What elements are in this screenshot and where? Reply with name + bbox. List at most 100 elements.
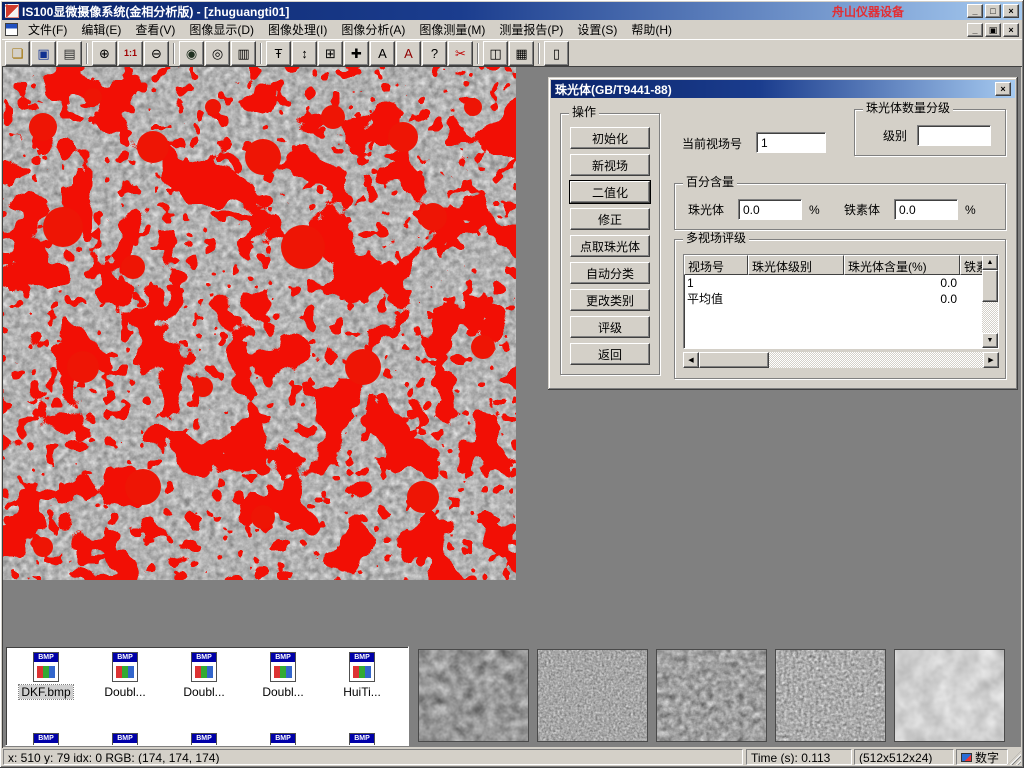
app-icon[interactable]: [5, 4, 19, 18]
grid-button[interactable]: ▦: [509, 41, 534, 66]
actual-size-button[interactable]: 1:1: [118, 41, 143, 66]
maximize-button[interactable]: □: [985, 4, 1001, 18]
menu-item-view[interactable]: 查看(V): [128, 19, 182, 40]
menu-item-edit[interactable]: 编辑(E): [74, 19, 128, 40]
scroll-down-button[interactable]: ▼: [982, 333, 998, 348]
menu-item-image-display[interactable]: 图像显示(D): [182, 19, 261, 40]
child-minimize-button[interactable]: _: [967, 23, 983, 37]
zoom-out-button[interactable]: ⊖: [144, 41, 169, 66]
ferrite-percent-input[interactable]: [894, 199, 958, 220]
horizontal-scrollbar[interactable]: ◀ ▶: [683, 352, 999, 368]
correct-button[interactable]: 修正: [570, 208, 650, 230]
ruler-arrow-icon: ↕: [301, 47, 308, 60]
crosshair-icon: ✚: [351, 47, 362, 60]
table-row[interactable]: 平均值0.0: [684, 291, 998, 307]
resize-grip[interactable]: [1007, 751, 1021, 765]
menu-item-image-process[interactable]: 图像处理(I): [261, 19, 334, 40]
text-button[interactable]: A: [370, 41, 395, 66]
vertical-scrollbar[interactable]: ▲ ▼: [982, 255, 998, 348]
cut-button[interactable]: ✂: [448, 41, 473, 66]
zoom-in-button[interactable]: ⊕: [92, 41, 117, 66]
thumbnail-3[interactable]: [656, 649, 767, 742]
video-button[interactable]: ◉: [179, 41, 204, 66]
thumbnail-1[interactable]: [418, 649, 529, 742]
bmp-file-icon[interactable]: BMP: [349, 733, 375, 746]
close-button[interactable]: ×: [1003, 4, 1019, 18]
init-button[interactable]: 初始化: [570, 127, 650, 149]
table-button[interactable]: ⊞: [318, 41, 343, 66]
eye-grid-icon: ◫: [489, 47, 501, 60]
table-row[interactable]: 10.0: [684, 275, 998, 291]
scroll-left-button[interactable]: ◀: [683, 352, 699, 368]
bmp-file-icon: BMP: [349, 652, 375, 682]
auto-classify-button[interactable]: 自动分类: [570, 262, 650, 284]
file-item[interactable]: BMPDKF.bmp: [10, 652, 82, 699]
snapshot-button[interactable]: ▥: [231, 41, 256, 66]
new-field-button[interactable]: 新视场: [570, 154, 650, 176]
open-button[interactable]: ❏: [5, 41, 30, 66]
capture-button[interactable]: ◎: [205, 41, 230, 66]
pearlite-percent-input[interactable]: [738, 199, 802, 220]
menu-items: 文件(F)编辑(E)查看(V)图像显示(D)图像处理(I)图像分析(A)图像测量…: [21, 19, 679, 40]
pearlite-label: 珠光体: [688, 203, 724, 217]
thumbnail-4[interactable]: [775, 649, 886, 742]
zoom-in-icon: ⊕: [99, 47, 110, 60]
menu-item-file[interactable]: 文件(F): [21, 19, 74, 40]
scroll-up-button[interactable]: ▲: [982, 255, 998, 270]
back-button[interactable]: 返回: [570, 343, 650, 365]
bmp-icon-label: BMP: [350, 734, 374, 743]
file-item[interactable]: BMPHuiTi...: [326, 652, 398, 699]
distance-button[interactable]: ↕: [292, 41, 317, 66]
file-item[interactable]: BMPDoubl...: [168, 652, 240, 699]
file-item[interactable]: BMP Doubl...: [247, 652, 319, 699]
bmp-file-icon: BMP: [270, 652, 296, 682]
child-close-button[interactable]: ×: [1003, 23, 1019, 37]
menu-item-measure-report[interactable]: 测量报告(P): [492, 19, 570, 40]
video-camera-icon: ◉: [186, 47, 197, 60]
caliper-button[interactable]: Ŧ: [266, 41, 291, 66]
pick-pearlite-button[interactable]: 点取珠光体: [570, 235, 650, 257]
dialog-title-bar: 珠光体(GB/T9441-88) ×: [551, 80, 1015, 98]
current-field-input[interactable]: [756, 132, 826, 153]
grade-button[interactable]: 评级: [570, 316, 650, 338]
horizontal-scroll-thumb[interactable]: [699, 352, 769, 368]
current-field-label: 当前视场号: [682, 137, 742, 151]
crosshair-button[interactable]: ✚: [344, 41, 369, 66]
vertical-scroll-thumb[interactable]: [982, 270, 998, 302]
thumbnail-2[interactable]: [537, 649, 648, 742]
ruler-button[interactable]: ▯: [544, 41, 569, 66]
menu-item-image-analysis[interactable]: 图像分析(A): [334, 19, 412, 40]
toolbar-separator: [260, 43, 262, 64]
scroll-right-button[interactable]: ▶: [983, 352, 999, 368]
grade-input[interactable]: [917, 125, 991, 146]
minimize-button[interactable]: _: [967, 4, 983, 18]
menu-item-settings[interactable]: 设置(S): [570, 19, 624, 40]
pearlite-unit: %: [809, 203, 820, 217]
menu-item-help[interactable]: 帮助(H): [624, 19, 679, 40]
bmp-file-icon[interactable]: BMP: [191, 733, 217, 746]
micrograph-image[interactable]: [3, 67, 516, 580]
bmp-file-icon[interactable]: BMP: [270, 733, 296, 746]
save-button[interactable]: ▣: [31, 41, 56, 66]
file-item[interactable]: BMPDoubl...: [89, 652, 161, 699]
status-bar: x: 510 y: 79 idx: 0 RGB: (174, 174, 174)…: [2, 748, 1022, 766]
overlay-button[interactable]: ◫: [483, 41, 508, 66]
grade-group-label: 珠光体数量分级: [863, 102, 953, 115]
toolbar-separator: [173, 43, 175, 64]
menu-item-image-measure[interactable]: 图像测量(M): [412, 19, 492, 40]
bmp-file-icon[interactable]: BMP: [33, 733, 59, 746]
child-window-icon[interactable]: [5, 23, 18, 36]
print-button[interactable]: ▤: [57, 41, 82, 66]
help-button[interactable]: ?: [422, 41, 447, 66]
child-restore-button[interactable]: ▣: [985, 23, 1001, 37]
thumbnail-5[interactable]: [894, 649, 1005, 742]
file-items: BMPDKF.bmpBMPDoubl...BMPDoubl...BMPDoubl…: [6, 647, 408, 745]
dialog-close-button[interactable]: ×: [995, 82, 1011, 96]
bmp-icon-label: BMP: [113, 653, 137, 662]
file-name: Doubl...: [260, 685, 305, 699]
cell-grade: [748, 291, 844, 307]
font-button[interactable]: A: [396, 41, 421, 66]
bmp-file-icon[interactable]: BMP: [112, 733, 138, 746]
change-class-button[interactable]: 更改类别: [570, 289, 650, 311]
binarize-button[interactable]: 二值化: [570, 181, 650, 203]
